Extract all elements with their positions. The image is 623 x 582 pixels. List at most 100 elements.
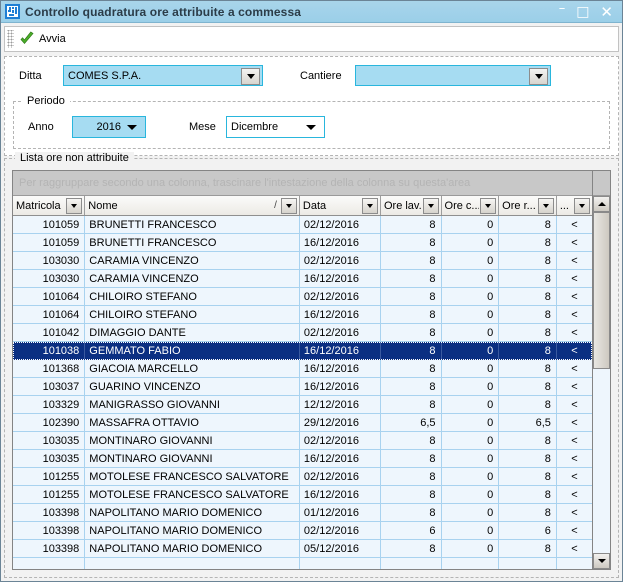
table-row[interactable]: 101038 GEMMATO FABIO 16/12/2016 8 0 8 <	[13, 342, 592, 360]
table-row[interactable]: 103035 MONTINARO GIOVANNI 16/12/2016 8 0 8 <	[13, 450, 592, 468]
close-button[interactable]: ✕	[600, 4, 613, 19]
column-header-data[interactable]: Data	[300, 196, 381, 215]
cell-blank	[442, 558, 500, 569]
mese-chevron-down-icon[interactable]	[306, 125, 316, 130]
scroll-up-button[interactable]	[593, 196, 610, 212]
table-row[interactable]: 103037 GUARINO VINCENZO 16/12/2016 8 0 8 <	[13, 378, 592, 396]
avvia-button[interactable]: Avvia	[17, 30, 71, 48]
toolbar-grip[interactable]	[7, 30, 14, 48]
cell-ore_r: 8	[499, 450, 557, 467]
cell-ore_c: 0	[442, 432, 500, 449]
ore-grid: Per raggruppare secondo una colonna, tra…	[12, 170, 611, 570]
cell-blank	[381, 558, 442, 569]
filter-dropdown-icon-data[interactable]	[361, 197, 378, 214]
table-row[interactable]: 103035 MONTINARO GIOVANNI 02/12/2016 8 0 8 <	[13, 432, 592, 450]
filter-dropdown-icon-nome[interactable]	[280, 197, 297, 214]
maximize-button[interactable]: □	[576, 5, 589, 19]
cell-ore_r: 6,5	[499, 414, 557, 431]
cell-flag: <	[571, 308, 578, 321]
cell-ore_lav: 8	[381, 252, 442, 269]
column-header-matricola[interactable]: Matricola	[13, 196, 86, 215]
cell-ore_r: 8	[499, 234, 557, 251]
column-header-ore-c[interactable]: Ore c...	[442, 196, 500, 215]
cell-flag: <	[571, 218, 578, 231]
filter-dropdown-icon-ore-r[interactable]	[537, 197, 554, 214]
filter-dropdown-icon-ore-c[interactable]	[480, 197, 497, 214]
cell-ore_c: 0	[442, 252, 500, 269]
mese-combo[interactable]: Dicembre	[226, 116, 325, 138]
table-row[interactable]: 101042 DIMAGGIO DANTE 02/12/2016 8 0 8 <	[13, 324, 592, 342]
cell-nome: NAPOLITANO MARIO DOMENICO	[85, 522, 300, 539]
cell-nome: DIMAGGIO DANTE	[85, 324, 300, 341]
cell-ore_r: 8	[499, 432, 557, 449]
table-row[interactable]: 103030 CARAMIA VINCENZO 02/12/2016 8 0 8 <	[13, 252, 592, 270]
ditta-combo[interactable]: COMES S.P.A.	[63, 65, 263, 86]
table-row[interactable]: 101064 CHILOIRO STEFANO 16/12/2016 8 0 8 <	[13, 306, 592, 324]
app-maze-icon	[5, 4, 20, 19]
table-row[interactable]: 103030 CARAMIA VINCENZO 16/12/2016 8 0 8 <	[13, 270, 592, 288]
cell-matricola: 102390	[13, 414, 86, 431]
cantiere-chevron-down-icon[interactable]	[529, 68, 548, 85]
anno-combo[interactable]: 2016	[72, 116, 146, 138]
periodo-row: Anno 2016 Mese Dicembre	[14, 102, 609, 138]
table-row[interactable]: 101059 BRUNETTI FRANCESCO 02/12/2016 8 0 8 <	[13, 216, 592, 234]
scrollbar-thumb[interactable]	[593, 212, 610, 369]
cell-nome: NAPOLITANO MARIO DOMENICO	[85, 504, 300, 521]
avvia-label: Avvia	[39, 33, 66, 45]
table-row[interactable]: 103329 MANIGRASSO GIOVANNI 12/12/2016 8 0 8 <	[13, 396, 592, 414]
cell-flag: <	[571, 470, 578, 483]
vertical-scrollbar[interactable]	[592, 171, 610, 569]
column-header-data-label: Data	[302, 199, 327, 212]
table-row[interactable]: 101368 GIACOIA MARCELLO 16/12/2016 8 0 8 <	[13, 360, 592, 378]
filter-dropdown-icon-ore-lav[interactable]	[422, 197, 439, 214]
column-header-ore-lav[interactable]: Ore lav.	[381, 196, 442, 215]
cell-data: 16/12/2016	[300, 306, 381, 323]
cell-flag: <	[571, 506, 578, 519]
cell-nome: GIACOIA MARCELLO	[85, 360, 300, 377]
ditta-chevron-down-icon[interactable]	[241, 68, 260, 85]
window-controls: – □ ✕	[559, 1, 620, 19]
cell-nome: CARAMIA VINCENZO	[85, 270, 300, 287]
cell-flag: <	[571, 434, 578, 447]
anno-chevron-down-icon[interactable]	[127, 125, 137, 130]
table-row[interactable]: 101059 BRUNETTI FRANCESCO 16/12/2016 8 0 8 <	[13, 234, 592, 252]
cell-flag: <	[571, 344, 578, 357]
table-row[interactable]: 102390 MASSAFRA OTTAVIO 29/12/2016 6,5 0 6,5 <	[13, 414, 592, 432]
cell-ore_c: 0	[442, 324, 500, 341]
column-header-ore-r[interactable]: Ore r...	[499, 196, 557, 215]
cell-matricola: 103035	[13, 450, 86, 467]
cell-flag: <	[571, 524, 578, 537]
group-by-band[interactable]: Per raggruppare secondo una colonna, tra…	[13, 171, 592, 196]
filter-dropdown-icon-matricola[interactable]	[66, 197, 83, 214]
table-row[interactable]: 103398 NAPOLITANO MARIO DOMENICO 02/12/201…	[13, 522, 592, 540]
scrollbar-corner	[593, 171, 610, 196]
cell-blank	[85, 558, 301, 569]
cell-data: 16/12/2016	[300, 342, 381, 359]
cell-data: 16/12/2016	[300, 450, 381, 467]
table-row[interactable]: 101064 CHILOIRO STEFANO 02/12/2016 8 0 8 <	[13, 288, 592, 306]
column-header-extra[interactable]: ...	[557, 196, 592, 215]
anno-value: 2016	[96, 121, 121, 133]
cantiere-combo[interactable]	[355, 65, 551, 86]
company-site-row: Ditta COMES S.P.A. Cantiere	[5, 57, 618, 86]
column-header-nome[interactable]: Nome /	[85, 196, 300, 215]
scrollbar-track[interactable]	[593, 212, 610, 553]
cell-data: 05/12/2016	[300, 540, 381, 557]
table-row[interactable]: 101255 MOTOLESE FRANCESCO SALVATORE 02/12/…	[13, 468, 592, 486]
cell-ore_lav: 8	[381, 360, 442, 377]
table-row[interactable]: 101255 MOTOLESE FRANCESCO SALVATORE 16/12/…	[13, 486, 592, 504]
minimize-button[interactable]: –	[559, 1, 566, 16]
grid-rows[interactable]: 101059 BRUNETTI FRANCESCO 02/12/2016 8 0 8 <10…	[13, 216, 592, 569]
cell-ore_lav: 6,5	[381, 414, 442, 431]
cell-flag: <	[571, 236, 578, 249]
lista-ore-groupbox: Lista ore non attribuite Per raggruppare…	[4, 152, 619, 578]
cell-ore_lav: 6	[381, 522, 442, 539]
cell-ore_lav: 8	[381, 216, 442, 233]
filter-dropdown-icon-extra[interactable]	[574, 197, 590, 214]
scroll-down-button[interactable]	[593, 553, 610, 569]
cell-data: 02/12/2016	[300, 216, 381, 233]
cell-blank	[557, 558, 592, 569]
cell-ore_c: 0	[442, 468, 500, 485]
table-row[interactable]: 103398 NAPOLITANO MARIO DOMENICO 01/12/201…	[13, 504, 592, 522]
table-row[interactable]: 103398 NAPOLITANO MARIO DOMENICO 05/12/201…	[13, 540, 592, 558]
